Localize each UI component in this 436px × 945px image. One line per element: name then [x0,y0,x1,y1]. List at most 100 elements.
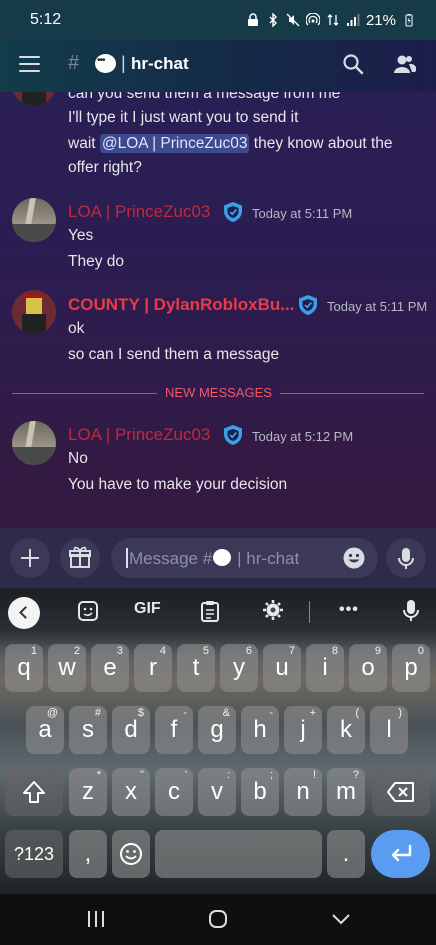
key-j[interactable]: j + [284,706,322,754]
toolbar-divider [309,601,310,623]
shift-key[interactable] [5,768,63,816]
backspace-icon [387,782,414,802]
message-timestamp: Today at 5:11 PM [327,299,428,314]
clipboard-icon[interactable] [199,599,221,623]
voice-input-icon[interactable] [401,599,421,623]
comma-key[interactable]: , [69,830,107,878]
mute-icon [286,13,300,27]
key-r[interactable]: r4 [134,644,172,692]
message-line: offer right? [68,159,142,176]
input-placeholder-channel: | hr-chat [237,549,300,568]
channel-title[interactable]: hr-chat [131,54,189,74]
key-k[interactable]: k( [327,706,365,754]
status-bar: 5:12 21% [0,0,436,40]
verified-shield-icon [299,295,317,315]
voice-message-button[interactable] [386,538,426,578]
recent-apps-icon[interactable] [86,910,106,928]
search-icon[interactable] [342,53,364,75]
key-h[interactable]: h- [241,706,279,754]
hotspot-icon [305,13,320,26]
key-l[interactable]: l) [370,706,408,754]
message-timestamp: Today at 5:11 PM [252,206,353,221]
sticker-icon[interactable] [76,599,100,623]
message-timestamp: Today at 5:12 PM [252,429,354,444]
on-screen-keyboard: GIF ••• q1 w2 e3 r4 t5 y6 u7 i8 o9 p0 a @… [0,588,436,894]
symbols-key[interactable]: ?123 [5,830,63,878]
gift-button[interactable] [60,538,100,578]
signal-icon [346,14,360,26]
key-y[interactable]: y6 [220,644,258,692]
avatar[interactable] [12,290,56,334]
status-time: 5:12 [30,11,62,28]
key-g[interactable]: g & [198,706,236,754]
shift-icon [23,781,45,803]
emoji-key[interactable] [112,830,150,878]
period-key[interactable]: . [327,830,365,878]
emoji-icon[interactable] [342,546,366,570]
message-author[interactable]: LOA | PrinceZuc03 [68,425,210,445]
emoji-icon [120,843,142,865]
collapse-toolbar-button[interactable] [8,597,40,629]
key-s[interactable]: s # [69,706,107,754]
more-options-button[interactable]: ••• [339,601,359,619]
key-b[interactable]: b; [241,768,279,816]
settings-gear-icon[interactable] [262,599,284,621]
battery-percent: 21% [365,11,396,29]
key-o[interactable]: o9 [349,644,387,692]
key-p[interactable]: p0 [392,644,430,692]
message-line: I'll type it I just want you to send it [68,109,299,126]
key-e[interactable]: e3 [91,644,129,692]
lock-icon [247,13,258,26]
message-line: ok [68,320,85,337]
message-line: so can I send them a message [68,346,280,363]
new-messages-label: NEW MESSAGES [157,385,280,400]
verified-shield-icon [224,202,242,222]
input-placeholder-prefix: Message # [129,549,213,568]
key-m[interactable]: m? [327,768,365,816]
space-key[interactable] [155,830,322,878]
message-line: No [68,450,88,467]
message-input[interactable]: Message # | hr-chat [111,538,378,578]
back-chevron-icon[interactable] [331,912,351,926]
key-q[interactable]: q1 [5,644,43,692]
avatar[interactable] [12,421,56,465]
menu-icon[interactable] [19,56,40,72]
status-icons: 21% [246,12,416,29]
user-mention[interactable]: @LOA | PrinceZuc03 [99,134,250,153]
key-a[interactable]: a @ [26,706,64,754]
message-line: wait @LOA | PrinceZuc03 they know about … [68,134,393,153]
text-caret [126,548,128,568]
gif-button[interactable]: GIF [134,600,161,618]
backspace-key[interactable] [372,768,430,816]
message-author[interactable]: LOA | PrinceZuc03 [68,202,210,222]
key-z[interactable]: z * [69,768,107,816]
message-text: they know about the [253,135,393,152]
enter-icon [391,844,411,862]
message-list[interactable]: can you send them a message from me I'll… [0,92,436,528]
members-icon[interactable] [392,52,416,76]
key-i[interactable]: i8 [306,644,344,692]
key-f[interactable]: f- [155,706,193,754]
chat-bubble-icon [95,54,116,73]
add-attachment-button[interactable] [10,538,50,578]
message-author[interactable]: COUNTY | DylanRobloxBu... [68,295,294,315]
avatar[interactable] [12,92,56,106]
home-icon[interactable] [208,909,228,929]
enter-key[interactable] [371,830,430,878]
verified-shield-icon [224,425,242,445]
key-n[interactable]: n! [284,768,322,816]
key-x[interactable]: x " [112,768,150,816]
key-u[interactable]: u7 [263,644,301,692]
message-line: They do [68,253,125,270]
key-c[interactable]: c ' [155,768,193,816]
microphone-icon [398,548,414,569]
channel-header: # | hr-chat [0,40,436,92]
avatar[interactable] [12,198,56,242]
message-line: You have to make your decision [68,476,288,493]
key-t[interactable]: t5 [177,644,215,692]
key-d[interactable]: d $ [112,706,150,754]
key-v[interactable]: v: [198,768,236,816]
message-line: can you send them a message from me [68,92,341,102]
key-w[interactable]: w2 [48,644,86,692]
keyboard-toolbar: GIF ••• [0,588,436,636]
